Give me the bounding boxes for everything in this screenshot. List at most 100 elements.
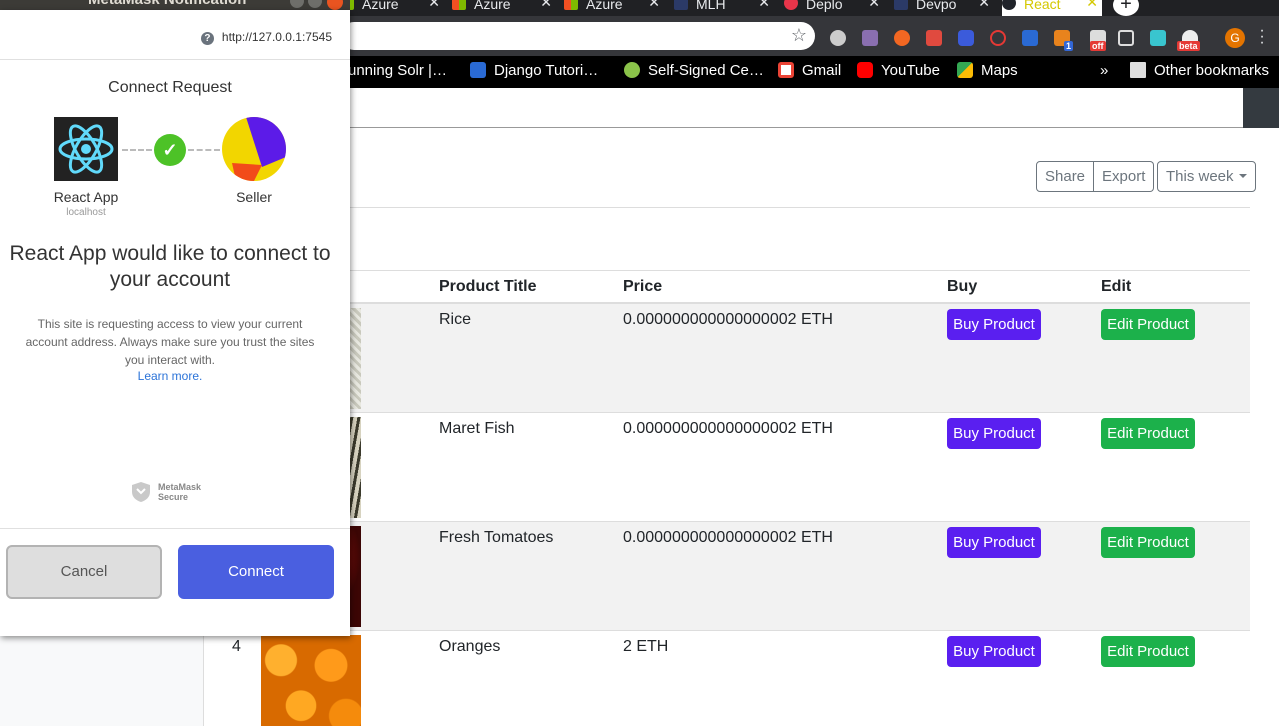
other-bookmarks[interactable]: Other bookmarks bbox=[1130, 62, 1269, 79]
bookmark-star-icon[interactable]: ☆ bbox=[791, 25, 807, 46]
bookmarks-overflow-icon[interactable]: » bbox=[1100, 62, 1108, 79]
bookmark-item[interactable]: Gmail bbox=[778, 62, 841, 79]
deploy-icon bbox=[784, 0, 798, 10]
close-tab-icon[interactable]: ✕ bbox=[758, 0, 770, 9]
bookmark-item[interactable]: YouTube bbox=[857, 62, 940, 79]
close-tab-icon[interactable]: ✕ bbox=[978, 0, 990, 9]
d-icon bbox=[674, 0, 688, 10]
extension-icon[interactable] bbox=[1150, 30, 1166, 46]
learn-more-link[interactable]: Learn more. bbox=[0, 369, 340, 383]
close-window-icon[interactable] bbox=[327, 0, 343, 10]
divider bbox=[215, 207, 1250, 208]
products-table: ge Product Title Price Buy Edit Rice 0.0… bbox=[215, 270, 1250, 726]
maximize-icon[interactable] bbox=[308, 0, 322, 8]
account-jazzicon bbox=[222, 117, 286, 181]
bookmark-label: Gmail bbox=[802, 62, 842, 79]
other-bookmarks-label: Other bookmarks bbox=[1154, 62, 1270, 79]
connector-line bbox=[188, 149, 220, 151]
browser-tab[interactable]: Azure ✕ bbox=[340, 0, 444, 16]
table-header: ge Product Title Price Buy Edit bbox=[215, 270, 1250, 304]
product-title: Maret Fish bbox=[439, 420, 515, 437]
secure-line: Secure bbox=[158, 492, 189, 502]
folder-icon bbox=[1130, 62, 1146, 78]
connect-description: This site is requesting access to view y… bbox=[25, 317, 315, 367]
share-button[interactable]: Share bbox=[1036, 161, 1095, 192]
connector-line bbox=[122, 149, 152, 151]
row-number: 4 bbox=[232, 638, 241, 655]
bookmark-item[interactable]: Django Tutori… bbox=[470, 62, 598, 79]
secure-line: MetaMask bbox=[158, 482, 202, 492]
navbar-dark-block bbox=[1243, 88, 1279, 128]
product-title: Oranges bbox=[439, 638, 501, 655]
github-cat-icon[interactable] bbox=[862, 30, 878, 46]
metamask-secure-badge: MetaMask Secure bbox=[131, 481, 221, 505]
metamask-window-titlebar: MetaMask Notification bbox=[0, 0, 350, 10]
bookmark-item[interactable]: Maps bbox=[957, 62, 1018, 79]
column-header-title: Product Title bbox=[439, 278, 537, 295]
extension-icon[interactable] bbox=[894, 30, 910, 46]
browser-tab[interactable]: Devpo ✕ bbox=[894, 0, 994, 16]
tab-label: MLH bbox=[696, 0, 726, 12]
close-tab-icon[interactable]: ✕ bbox=[540, 0, 552, 9]
browser-tab-active[interactable]: React ✕ bbox=[1002, 0, 1102, 16]
period-dropdown[interactable]: This week bbox=[1157, 161, 1256, 192]
browser-tab[interactable]: MLH ✕ bbox=[674, 0, 774, 16]
edit-product-button[interactable]: Edit Product bbox=[1101, 636, 1195, 667]
tab-label: Azure bbox=[362, 0, 399, 12]
help-icon[interactable]: ? bbox=[200, 32, 214, 45]
gmail-icon bbox=[778, 62, 794, 78]
browser-tab[interactable]: Azure ✕ bbox=[452, 0, 556, 16]
browser-tab[interactable]: Deplo ✕ bbox=[784, 0, 884, 16]
bookmark-item[interactable]: Self-Signed Ce… bbox=[624, 62, 764, 79]
site-url: ? http://127.0.0.1:7545 bbox=[200, 30, 332, 45]
connect-heading: React App would like to connect to your … bbox=[9, 242, 331, 291]
checkmark-icon: ✓ bbox=[154, 134, 186, 166]
tab-label: React bbox=[1024, 0, 1061, 12]
buy-product-button[interactable]: Buy Product bbox=[947, 636, 1041, 667]
azure-icon bbox=[452, 0, 466, 10]
new-tab-button[interactable]: + bbox=[1113, 0, 1139, 16]
minimize-icon[interactable] bbox=[290, 0, 304, 8]
product-price: 0.000000000000000002 ETH bbox=[623, 420, 833, 437]
extension-icon[interactable] bbox=[926, 30, 942, 46]
profile-avatar[interactable]: G bbox=[1225, 28, 1245, 48]
bookmark-favicon-icon bbox=[470, 62, 486, 78]
buy-product-button[interactable]: Buy Product bbox=[947, 309, 1041, 340]
cube-icon[interactable] bbox=[1118, 30, 1134, 46]
extension-icon[interactable] bbox=[830, 30, 846, 46]
close-tab-icon[interactable]: ✕ bbox=[428, 0, 440, 9]
bookmark-label: Django Tutori… bbox=[494, 62, 599, 79]
cancel-button[interactable]: Cancel bbox=[6, 545, 162, 599]
menu-icon[interactable]: · · · bbox=[1258, 23, 1266, 51]
block-icon[interactable] bbox=[990, 30, 1006, 46]
table-row: Fresh Tomatoes 0.000000000000000002 ETH … bbox=[215, 522, 1250, 631]
badge: off bbox=[1090, 41, 1106, 51]
tab-label: Deplo bbox=[806, 0, 843, 12]
product-image bbox=[261, 635, 361, 726]
product-price: 2 ETH bbox=[623, 638, 669, 655]
bookmark-item[interactable]: unning Solr |… bbox=[348, 62, 447, 79]
edit-product-button[interactable]: Edit Product bbox=[1101, 527, 1195, 558]
export-button[interactable]: Export bbox=[1094, 161, 1155, 192]
tab-label: Azure bbox=[474, 0, 511, 12]
buy-product-button[interactable]: Buy Product bbox=[947, 527, 1041, 558]
connect-button[interactable]: Connect bbox=[178, 545, 334, 599]
d-icon bbox=[894, 0, 908, 10]
extension-icon[interactable] bbox=[1022, 30, 1038, 46]
react-icon bbox=[1002, 0, 1016, 10]
divider bbox=[0, 59, 350, 60]
close-tab-icon[interactable]: ✕ bbox=[648, 0, 660, 9]
close-tab-icon[interactable]: ✕ bbox=[1086, 0, 1098, 9]
table-row: Rice 0.000000000000000002 ETH Buy Produc… bbox=[215, 304, 1250, 413]
buy-product-button[interactable]: Buy Product bbox=[947, 418, 1041, 449]
close-tab-icon[interactable]: ✕ bbox=[868, 0, 880, 9]
edit-product-button[interactable]: Edit Product bbox=[1101, 309, 1195, 340]
address-bar[interactable]: ☆ bbox=[340, 22, 815, 50]
browser-tab[interactable]: Azure ✕ bbox=[564, 0, 664, 16]
edit-product-button[interactable]: Edit Product bbox=[1101, 418, 1195, 449]
product-price: 0.000000000000000002 ETH bbox=[623, 529, 833, 546]
bookmark-label: Self-Signed Ce… bbox=[648, 62, 764, 79]
site-url-text: http://127.0.0.1:7545 bbox=[221, 30, 332, 44]
badge: 1 bbox=[1064, 41, 1074, 51]
zoom-icon[interactable] bbox=[958, 30, 974, 46]
